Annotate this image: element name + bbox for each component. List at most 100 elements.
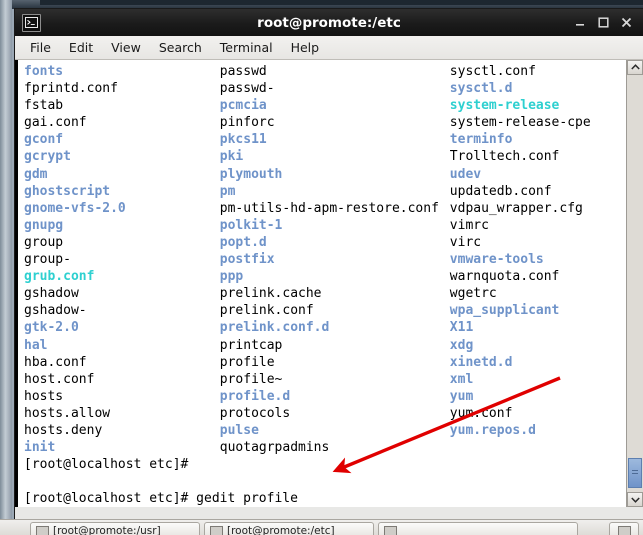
- file-entry: passwd-: [219, 81, 275, 97]
- maximize-icon[interactable]: [597, 16, 610, 29]
- file-entry: profile: [219, 354, 275, 370]
- close-icon[interactable]: [620, 16, 633, 29]
- file-entry: wpa_supplicant: [449, 303, 560, 319]
- file-listing-column-2: passwd passwd-pcmcia pinforc pkcs11 pki plymo…: [220, 63, 450, 456]
- file-entry: terminfo: [449, 132, 513, 148]
- file-entry: pinforc: [219, 115, 275, 131]
- file-entry: fstab: [24, 98, 64, 114]
- terminal-output[interactable]: fonts fprintd.conf fstab gai.conf gconf gcryp…: [18, 60, 626, 507]
- prompt-line: [24, 473, 626, 490]
- file-entry: xinetd.d: [449, 354, 513, 370]
- file-entry: gconf: [24, 132, 64, 148]
- file-entry: fonts: [24, 64, 64, 79]
- chevron-up-icon[interactable]: [627, 60, 643, 75]
- taskbar-button-other[interactable]: [378, 522, 578, 535]
- file-entry: gcrypt: [24, 149, 71, 165]
- file-entry: pm-utils-hd-apm-restore.conf: [219, 200, 439, 216]
- file-entry: gshadow: [24, 286, 79, 302]
- file-listing-column-3: sysctl.conf sysctl.d system-release system-…: [450, 63, 626, 456]
- file-entry: popt.d: [219, 234, 267, 250]
- file-entry: vmware-tools: [449, 252, 544, 268]
- menu-item-terminal[interactable]: Terminal: [211, 38, 282, 57]
- file-entry: gtk-2.0: [24, 320, 79, 336]
- file-listing-columns: fonts fprintd.conf fstab gai.conf gconf gcryp…: [24, 63, 626, 456]
- file-entry: prelink.conf: [219, 303, 314, 319]
- window-list-icon[interactable]: [609, 522, 639, 535]
- file-entry: warnquota.conf: [449, 269, 560, 285]
- file-entry: pulse: [219, 422, 259, 438]
- menu-item-edit[interactable]: Edit: [60, 38, 102, 57]
- file-entry: sysctl.d: [449, 81, 513, 97]
- minimize-icon[interactable]: [574, 16, 587, 29]
- file-entry: quotagrpadmins: [219, 440, 330, 456]
- window-controls: [574, 16, 639, 29]
- file-entry: ppp: [219, 269, 244, 285]
- file-entry: profile.d: [219, 388, 291, 404]
- scrollbar-grip: [632, 470, 638, 476]
- taskbar-button-label: [root@promote:/usr]: [53, 525, 161, 535]
- file-entry: hal: [24, 337, 48, 353]
- file-entry: gai.conf: [24, 115, 87, 131]
- window-icon: [384, 525, 397, 535]
- taskbar: [root@promote:/usr] [root@promote:/etc]: [0, 519, 643, 535]
- prompt-line: [root@localhost etc]#: [24, 457, 189, 473]
- file-entry: pm: [219, 183, 236, 199]
- terminal-window: root@promote:/etc File Edit View Search …: [15, 9, 643, 519]
- prompt-line: [root@localhost etc]# gedit profile: [24, 491, 298, 507]
- file-entry: xdg: [449, 337, 474, 353]
- file-entry: xml: [449, 371, 474, 387]
- file-entry: init: [24, 440, 56, 456]
- taskbar-button-etc[interactable]: [root@promote:/etc]: [204, 522, 374, 535]
- menu-item-file[interactable]: File: [21, 38, 60, 57]
- menu-item-view[interactable]: View: [102, 38, 150, 57]
- scrollbar-track[interactable]: [627, 75, 643, 492]
- file-entry: yum.conf: [449, 405, 513, 421]
- file-listing-column-1: fonts fprintd.conf fstab gai.conf gconf gcryp…: [24, 63, 220, 456]
- file-entry: X11: [449, 320, 474, 336]
- taskbar-button-usr[interactable]: [root@promote:/usr]: [30, 522, 200, 535]
- file-entry: grub.conf: [24, 269, 95, 285]
- file-entry: hosts.allow: [24, 405, 111, 421]
- window-icon: [617, 525, 631, 535]
- desktop-top-band-inner: [40, 0, 643, 5]
- file-entry: udev: [449, 166, 482, 182]
- file-entry: system-release-cpe: [449, 115, 591, 131]
- file-entry: gshadow-: [24, 303, 87, 319]
- file-entry: group-: [24, 252, 71, 268]
- file-entry: prelink.cache: [219, 286, 322, 302]
- chevron-down-icon[interactable]: [627, 492, 643, 507]
- taskbar-button-label: [root@promote:/etc]: [227, 525, 335, 535]
- menu-bar: File Edit View Search Terminal Help: [15, 36, 643, 60]
- window-title: root@promote:/etc: [257, 14, 401, 31]
- file-entry: gnupg: [24, 217, 64, 233]
- file-entry: hba.conf: [24, 354, 87, 370]
- file-entry: group: [24, 234, 64, 250]
- file-entry: yum.repos.d: [449, 422, 536, 438]
- terminal-scrollbar[interactable]: [626, 60, 643, 507]
- file-entry: vimrc: [449, 217, 489, 233]
- file-entry: sysctl.conf: [449, 64, 536, 79]
- desktop-left-stripe: [0, 0, 12, 535]
- menu-item-help[interactable]: Help: [282, 38, 329, 57]
- file-entry: hosts: [24, 388, 64, 404]
- file-entry: fprintd.conf: [24, 81, 118, 97]
- file-entry: prelink.conf.d: [219, 320, 330, 336]
- window-icon: [210, 525, 223, 535]
- window-titlebar[interactable]: root@promote:/etc: [15, 9, 643, 36]
- file-entry: gdm: [24, 166, 48, 182]
- file-entry: plymouth: [219, 166, 283, 182]
- terminal-area: fonts fprintd.conf fstab gai.conf gconf gcryp…: [15, 60, 643, 507]
- file-entry: pki: [219, 149, 244, 165]
- scrollbar-thumb[interactable]: [628, 458, 642, 488]
- file-entry: pcmcia: [219, 98, 267, 114]
- file-entry: printcap: [219, 337, 283, 353]
- file-entry: vdpau_wrapper.cfg: [449, 200, 583, 216]
- prompt-lines: [root@localhost etc]# [root@localhost et…: [24, 456, 626, 507]
- file-entry: wgetrc: [449, 286, 497, 302]
- file-entry: updatedb.conf: [449, 183, 552, 199]
- menu-item-search[interactable]: Search: [150, 38, 211, 57]
- file-entry: profile~: [219, 371, 283, 387]
- file-entry: pkcs11: [219, 132, 267, 148]
- file-entry: system-release: [449, 98, 560, 114]
- file-entry: host.conf: [24, 371, 95, 387]
